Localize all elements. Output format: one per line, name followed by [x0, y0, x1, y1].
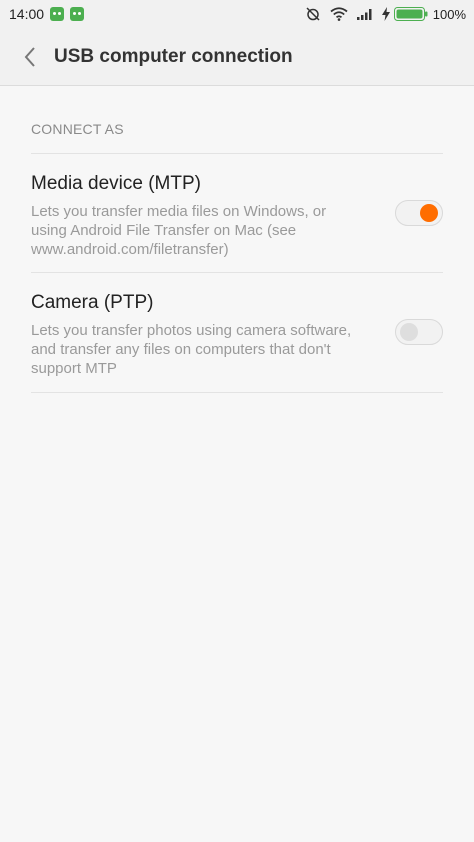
option-ptp-title: Camera (PTP) [31, 292, 154, 313]
app-notification-icon [70, 7, 85, 21]
option-mtp-description: Lets you transfer media files on Windows… [31, 203, 327, 258]
status-time: 14:00 [9, 6, 45, 22]
wifi-icon [330, 7, 348, 21]
screen: 14:00 100% USB computer connection CONNE… [0, 0, 474, 842]
status-left: 14:00 [9, 6, 90, 22]
app-notification-icon [50, 7, 65, 21]
page-title: USB computer connection [54, 45, 293, 67]
chevron-left-icon [24, 46, 35, 67]
toggle-knob [400, 323, 418, 341]
battery-percent: 100% [432, 6, 466, 22]
divider [31, 272, 443, 273]
mtp-toggle[interactable] [395, 200, 443, 226]
option-mtp[interactable]: Media device (MTP) Lets you transfer med… [31, 173, 443, 259]
ptp-toggle[interactable] [395, 319, 443, 345]
status-bar: 14:00 100% [0, 0, 474, 28]
back-button[interactable] [16, 43, 44, 71]
battery-icon [393, 7, 428, 21]
divider [31, 392, 443, 393]
signal-icon [356, 8, 373, 20]
option-ptp-description: Lets you transfer photos using camera so… [31, 322, 352, 377]
toggle-knob [420, 204, 438, 222]
option-ptp[interactable]: Camera (PTP) Lets you transfer photos us… [31, 292, 443, 378]
divider [31, 153, 443, 154]
option-mtp-title: Media device (MTP) [31, 173, 201, 194]
charging-icon [381, 7, 390, 21]
status-right: 100% [296, 6, 466, 22]
app-bar: USB computer connection [0, 28, 474, 86]
alarm-off-icon [305, 6, 321, 22]
section-header: CONNECT AS [31, 121, 124, 137]
